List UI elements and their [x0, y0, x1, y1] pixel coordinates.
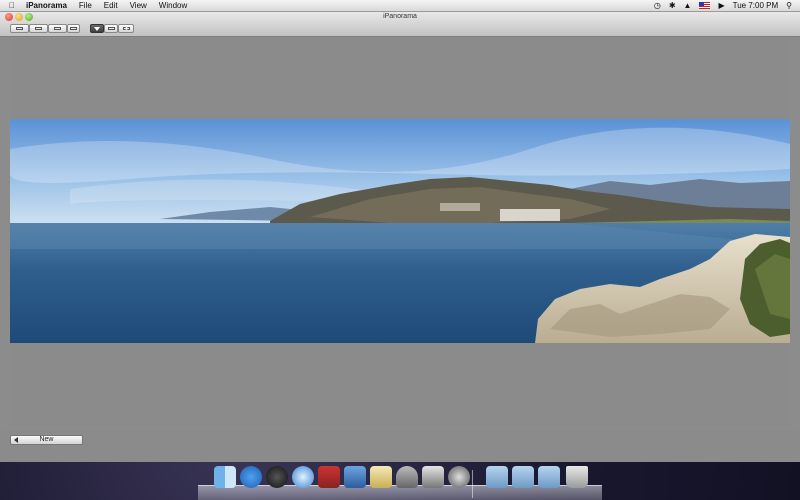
downloads-stack-icon[interactable]	[538, 466, 560, 488]
menu-window[interactable]: Window	[153, 0, 193, 11]
import-button[interactable]	[90, 24, 104, 33]
dock	[198, 466, 602, 500]
keychain-icon[interactable]	[396, 466, 418, 488]
volume-icon[interactable]: ▶	[714, 0, 728, 11]
select-button[interactable]	[104, 24, 118, 33]
disk-utility-icon[interactable]	[448, 466, 470, 488]
crop-button[interactable]	[118, 24, 134, 33]
title-bar: iPanorama	[0, 12, 800, 37]
select-icon	[107, 27, 115, 30]
applications-folder-icon[interactable]	[486, 466, 508, 488]
bottom-bar: New	[0, 430, 800, 462]
new-button-label: New	[39, 436, 54, 443]
main-window: iPanorama New	[0, 12, 800, 462]
textedit-icon[interactable]	[370, 466, 392, 488]
safari-icon[interactable]	[292, 466, 314, 488]
import-icon	[94, 26, 100, 31]
dock-separator	[472, 470, 473, 498]
menu-bar:  iPanorama File Edit View Window ◷ ✱ ▲ …	[0, 0, 800, 12]
crop-icon	[122, 27, 130, 30]
apple-icon[interactable]: 	[4, 1, 20, 10]
dashboard-icon[interactable]	[266, 466, 288, 488]
panorama-photo	[10, 119, 790, 343]
zoom-fit-icon	[35, 27, 42, 30]
search-icon[interactable]: ⚲	[782, 0, 796, 11]
menu-view[interactable]: View	[124, 0, 153, 11]
preview-icon[interactable]	[422, 466, 444, 488]
trash-icon[interactable]	[566, 466, 588, 488]
flag-icon[interactable]	[699, 2, 711, 9]
new-button[interactable]: New	[10, 435, 83, 445]
menu-file[interactable]: File	[73, 0, 98, 11]
actual-size-icon	[54, 27, 61, 30]
finder-icon[interactable]	[214, 466, 236, 488]
time-machine-icon[interactable]: ◷	[650, 0, 665, 11]
documents-folder-icon[interactable]	[512, 466, 534, 488]
xcode-icon[interactable]	[344, 466, 366, 488]
menu-clock[interactable]: Tue 7:00 PM	[729, 0, 783, 11]
wifi-icon[interactable]: ▲	[680, 0, 696, 11]
zoom-out-icon	[16, 27, 23, 30]
panorama-image	[10, 119, 790, 343]
actual-size-button[interactable]	[48, 24, 67, 33]
fit-width-button[interactable]	[67, 24, 80, 33]
window-title: iPanorama	[383, 13, 417, 20]
zoom-out-button[interactable]	[10, 24, 29, 33]
menu-edit[interactable]: Edit	[98, 0, 124, 11]
app-store-icon[interactable]	[240, 466, 262, 488]
status-area: ◷ ✱ ▲ ▶ Tue 7:00 PM ⚲	[650, 0, 796, 11]
fit-width-icon	[70, 27, 77, 30]
zoom-fit-button[interactable]	[29, 24, 48, 33]
menu-app-name[interactable]: iPanorama	[20, 0, 73, 11]
arrow-left-icon	[14, 437, 18, 443]
photo-booth-icon[interactable]	[318, 466, 340, 488]
bluetooth-icon[interactable]: ✱	[665, 0, 680, 11]
